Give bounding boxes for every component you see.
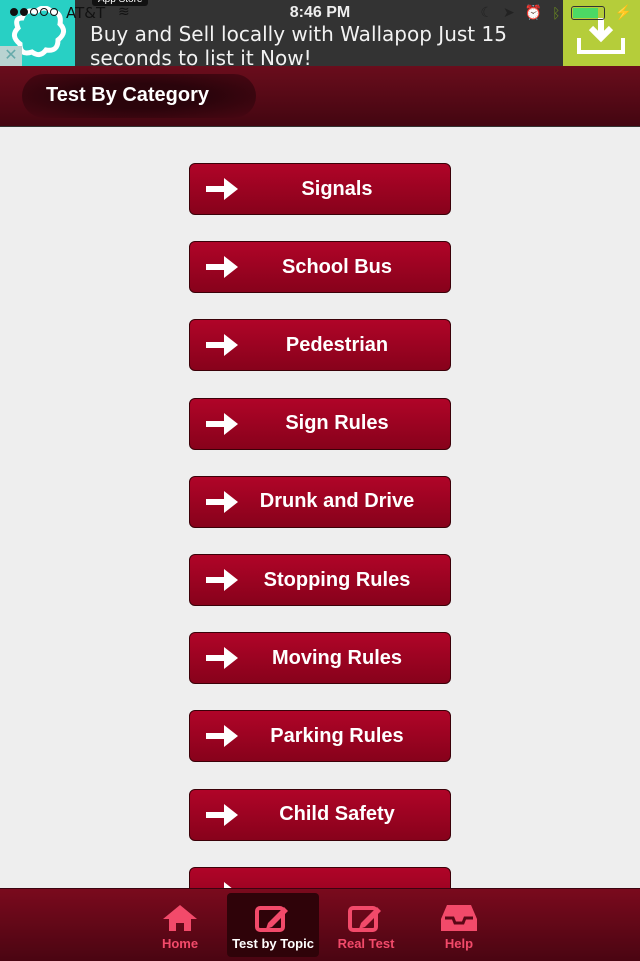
- category-button[interactable]: Drunk and Drive: [189, 475, 451, 528]
- tab-help[interactable]: Help: [413, 893, 505, 957]
- category-button[interactable]: Pedestrian: [189, 319, 451, 372]
- tab-bar: Home Test by Topic Real Test Help: [0, 888, 640, 961]
- bluetooth-icon: ᛒ: [552, 4, 561, 21]
- tab-home[interactable]: Home: [134, 893, 226, 957]
- tab-real-test[interactable]: Real Test: [320, 893, 412, 957]
- arrow-right-icon: [206, 334, 238, 357]
- category-button[interactable]: School Bus: [189, 241, 451, 294]
- arrow-right-icon: [206, 647, 238, 670]
- tab-label: Real Test: [337, 936, 395, 951]
- ad-close-button[interactable]: ✕: [0, 46, 22, 66]
- location-icon: ➤: [502, 4, 515, 20]
- arrow-right-icon: [206, 803, 238, 826]
- tab-label: Home: [161, 936, 199, 951]
- category-button[interactable]: Sign Rules: [189, 397, 451, 450]
- inbox-icon: [441, 905, 477, 931]
- arrow-right-icon: [206, 412, 238, 435]
- arrow-right-icon: [206, 178, 238, 200]
- page-title: Test By Category: [46, 84, 210, 106]
- category-button[interactable]: Parking Rules: [189, 710, 451, 763]
- battery-icon: [570, 5, 605, 20]
- ad-text[interactable]: Buy and Sell locally with Wallapop Just …: [90, 22, 550, 70]
- category-button[interactable]: Moving Rules: [189, 632, 451, 685]
- edit-icon: [255, 906, 288, 932]
- edit-icon: [348, 906, 381, 932]
- arrow-right-icon: [206, 725, 238, 748]
- tab-label: Test by Topic: [232, 936, 314, 951]
- tab-test-by-topic[interactable]: Test by Topic: [227, 893, 319, 957]
- moon-icon: ☾: [480, 4, 493, 20]
- header: Test By Category: [0, 66, 640, 127]
- category-button[interactable]: Stopping Rules: [189, 554, 451, 606]
- charging-icon: ⚡: [614, 4, 632, 20]
- arrow-right-icon: [206, 490, 238, 513]
- arrow-right-icon: [206, 256, 238, 279]
- home-icon: [163, 905, 197, 931]
- category-button[interactable]: Child Safety: [189, 788, 451, 841]
- category-button[interactable]: Signals: [189, 163, 451, 215]
- status-bar: App Store AT&T ≋ 8:46 PM ☾ ➤ ⏰ ᛒ ⚡: [0, 0, 640, 26]
- alarm-icon: ⏰: [524, 4, 543, 20]
- tab-label: Help: [444, 936, 474, 951]
- arrow-right-icon: [206, 569, 238, 591]
